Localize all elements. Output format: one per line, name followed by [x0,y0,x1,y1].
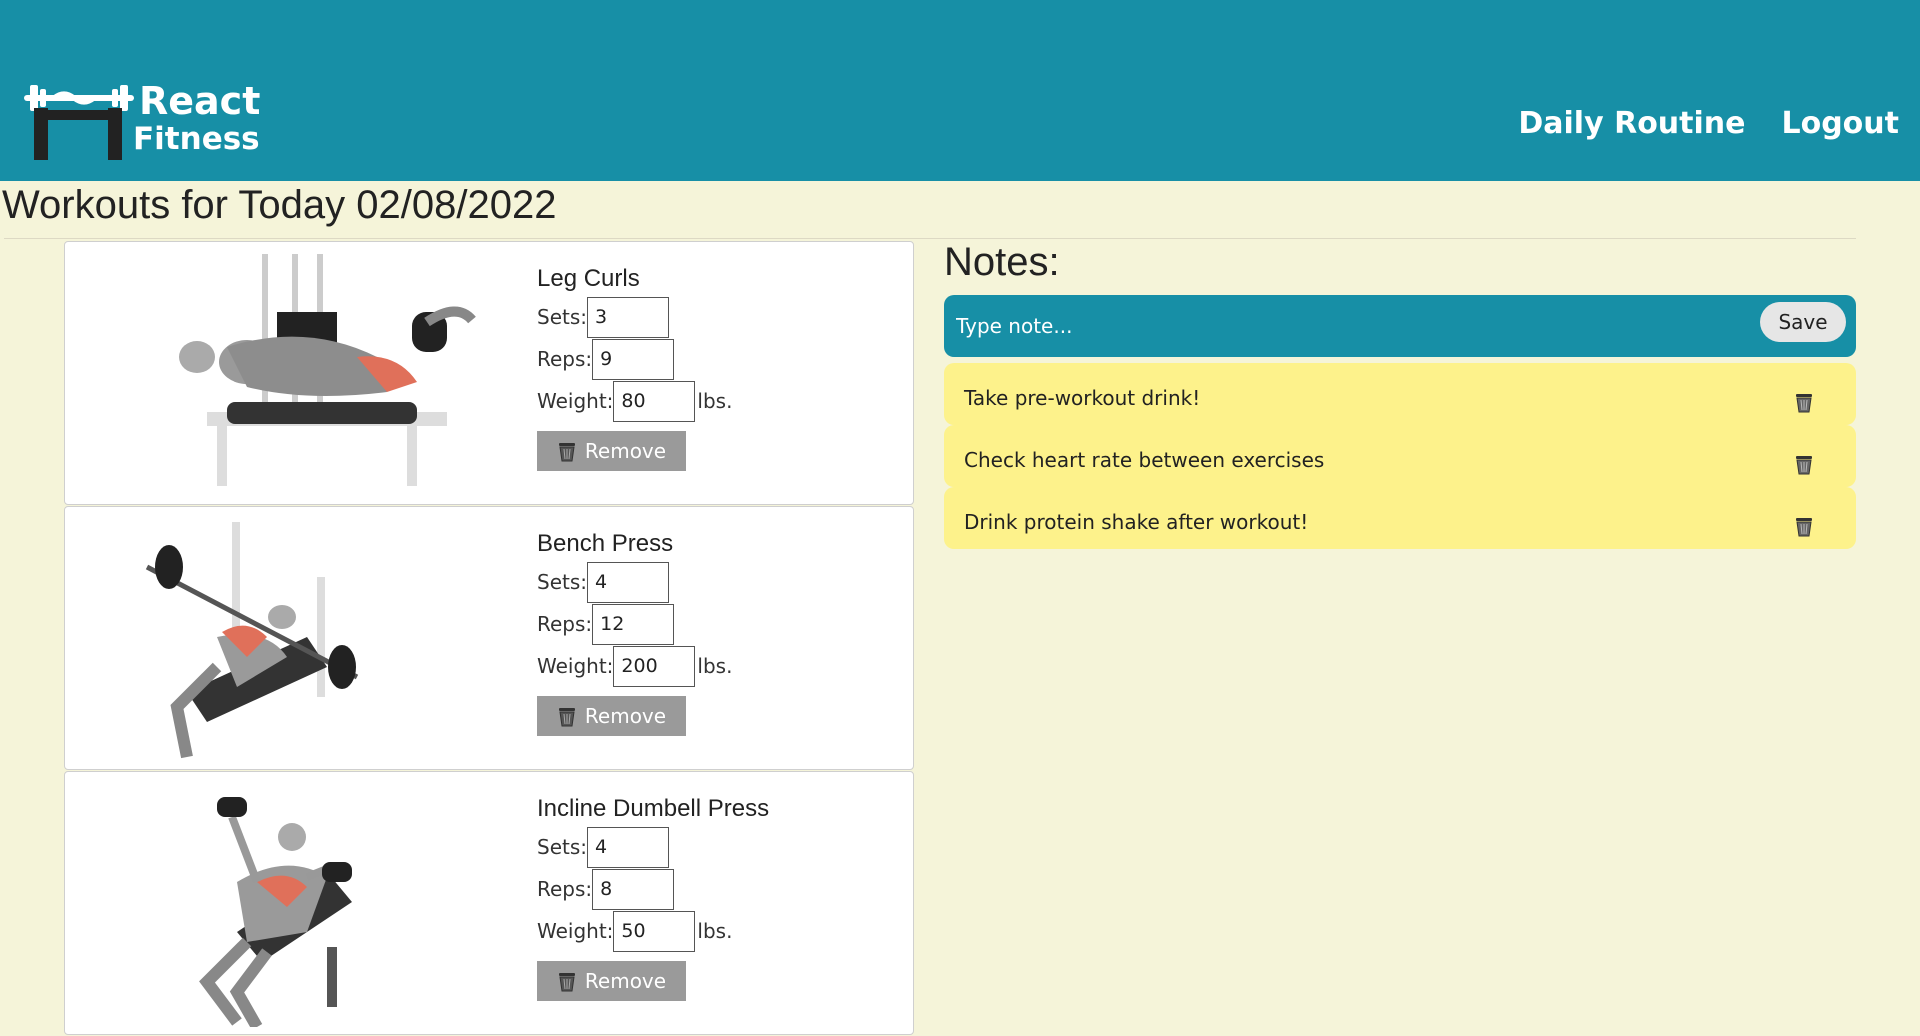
page-title: Workouts for Today 02/08/2022 [2,183,557,227]
note-item: Take pre-workout drink! [944,363,1856,425]
remove-label: Remove [584,704,667,728]
logo-text-fitness: Fitness [133,121,260,157]
sets-label: Sets: [537,835,587,859]
remove-label: Remove [584,969,667,993]
reps-input[interactable] [592,338,675,380]
sets-field: Sets: [537,826,769,868]
sets-label: Sets: [537,570,587,594]
workout-card: Leg Curls Sets: Reps: Weight: lbs. Remov… [64,241,914,505]
trash-icon [558,708,575,727]
remove-label: Remove [584,439,667,463]
weight-label: Weight: [537,654,614,678]
nav-daily-routine[interactable]: Daily Routine [1518,106,1745,141]
trash-icon [558,973,575,992]
reps-field: Reps: [537,603,732,645]
exercise-image [127,252,522,497]
logo-text-react: React [139,79,261,123]
logo[interactable]: React Fitness [24,80,264,165]
notes-title: Notes: [944,240,1060,284]
weight-field: Weight: lbs. [537,645,732,687]
weight-unit: lbs. [697,654,733,678]
sets-label: Sets: [537,305,587,329]
main-nav: Daily Routine Logout [1518,106,1899,141]
weight-input[interactable] [613,910,696,952]
weight-unit: lbs. [697,919,733,943]
workout-list: Leg Curls Sets: Reps: Weight: lbs. Remov… [64,241,914,1036]
nav-logout[interactable]: Logout [1781,106,1899,141]
weight-field: Weight: lbs. [537,380,732,422]
trash-icon[interactable] [1794,391,1814,413]
trash-icon[interactable] [1794,453,1814,475]
sets-input[interactable] [587,296,669,338]
remove-button[interactable]: Remove [537,696,686,736]
sets-field: Sets: [537,561,732,603]
reps-label: Reps: [537,877,593,901]
weight-label: Weight: [537,919,614,943]
workout-card: Bench Press Sets: Reps: Weight: lbs. Rem… [64,506,914,770]
sets-input[interactable] [587,561,669,603]
barbell-logo-icon [24,85,134,160]
trash-icon[interactable] [1794,515,1814,537]
sets-input[interactable] [587,826,669,868]
reps-input[interactable] [592,603,675,645]
note-input[interactable] [956,305,1756,347]
reps-label: Reps: [537,347,593,371]
workout-card: Incline Dumbell Press Sets: Reps: Weight… [64,771,914,1035]
note-item: Drink protein shake after workout! [944,487,1856,549]
reps-field: Reps: [537,868,769,910]
reps-label: Reps: [537,612,593,636]
note-text: Check heart rate between exercises [964,448,1325,472]
app-header: React Fitness Daily Routine Logout [0,0,1920,181]
exercise-image [127,782,522,1027]
note-text: Drink protein shake after workout! [964,510,1309,534]
weight-field: Weight: lbs. [537,910,769,952]
weight-unit: lbs. [697,389,733,413]
note-item: Check heart rate between exercises [944,425,1856,487]
note-text: Take pre-workout drink! [964,386,1201,410]
workout-name: Bench Press [537,530,674,557]
save-note-button[interactable]: Save [1760,302,1846,342]
sets-field: Sets: [537,296,732,338]
trash-icon [558,443,575,462]
weight-input[interactable] [613,645,696,687]
weight-label: Weight: [537,389,614,413]
reps-input[interactable] [592,868,675,910]
note-entry-bar: Save [944,295,1856,357]
reps-field: Reps: [537,338,732,380]
notes-list: Take pre-workout drink! Check heart rate… [944,363,1856,549]
workout-name: Leg Curls [537,265,640,292]
workout-name: Incline Dumbell Press [537,795,770,822]
exercise-image [127,517,522,762]
remove-button[interactable]: Remove [537,431,686,471]
remove-button[interactable]: Remove [537,961,686,1001]
divider [4,238,1856,239]
weight-input[interactable] [613,380,696,422]
